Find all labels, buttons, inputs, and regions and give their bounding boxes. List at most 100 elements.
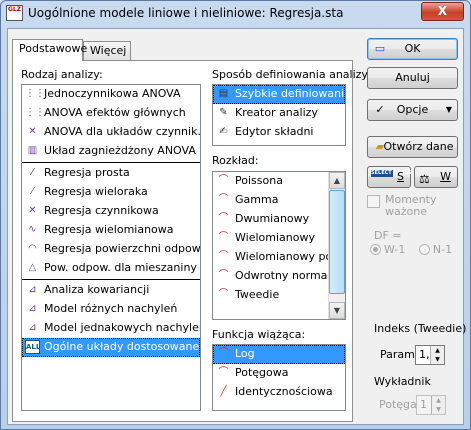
tweedie-index-label: Indeks (Tweedie) [374, 322, 467, 335]
quick-specs-icon: ▤ [218, 88, 229, 99]
open-data-button[interactable]: ▰ Otwórz dane [367, 136, 458, 158]
dialog-window: GLZ Uogólnione modele liniowe i nielinio… [0, 0, 471, 430]
df-w1-radio[interactable]: W-1 [370, 243, 405, 256]
distribution-item[interactable]: ⌒ Odwrotny normalny [213, 267, 345, 286]
ok-label: OK [404, 42, 421, 55]
analysis-item[interactable]: ⊿ Model jednakowych nachyleń [22, 319, 200, 338]
distribution-item[interactable]: ⌒ Tweedie [213, 286, 345, 305]
list-separator [22, 279, 200, 280]
specification-item[interactable]: ▤ Szybkie definiowanie [213, 85, 345, 104]
distribution-item[interactable]: ⌒ Wielomianowy [213, 229, 345, 248]
df-w1-label: W-1 [384, 243, 406, 256]
response-surface-regression-icon: ◠ [28, 243, 37, 254]
distribution-item[interactable]: ⌒ Wielomianowy porz [213, 248, 345, 267]
specification-method-list[interactable]: ▤ Szybkie definiowanie ✎ Kreator analizy ✍ Ed… [212, 84, 346, 146]
analysis-item[interactable]: ∿ Regresja wielomianowa [22, 221, 200, 240]
dialog-client-area: Podstawowe Więcej Rodzaj analizy: ⋮⋮ Jedn… [7, 28, 467, 425]
link-function-list[interactable]: ⌒ Log ⌒ Potęgowa ╱ Identycznościowa [212, 344, 346, 411]
mixture-surface-icon: △ [28, 262, 37, 273]
analysis-item[interactable]: △ Pow. odpow. dla mieszaniny [22, 259, 200, 278]
distribution-item[interactable]: ⌒ Dwumianowy [213, 210, 345, 229]
distribution-curve-icon: ⌒ [218, 232, 229, 243]
spinner-arrows[interactable]: ▲ ▼ [431, 396, 445, 414]
specification-item[interactable]: ✍ Edytor składni [213, 123, 345, 142]
options-label: Opcje [396, 103, 429, 116]
distribution-list[interactable]: ⌒ Poissona ⌒ Gamma ⌒ Dwumianowy ⌒ Wielomianowy ⌒… [212, 171, 346, 320]
analysis-item[interactable]: ⊿ Model różnych nachyleń [22, 300, 200, 319]
analysis-item[interactable]: ▥ Układ zagnieżdżony ANOVA [22, 142, 200, 161]
nested-anova-icon: ▥ [27, 145, 38, 156]
main-effects-anova-icon: ⋮⋮ [25, 107, 45, 118]
distribution-item[interactable]: ⌒ Poissona [213, 172, 345, 191]
polynomial-regression-icon: ∿ [28, 224, 37, 235]
ok-button[interactable]: ▭ OK [367, 38, 458, 60]
analysis-item[interactable]: ⋮⋮ Jednoczynnikowa ANOVA [22, 85, 200, 104]
analysis-item[interactable]: ⁄ Regresja wieloraka [22, 183, 200, 202]
specification-method-label: Sposób definiowania analizy: [212, 68, 371, 81]
tab-wiecej[interactable]: Więcej [83, 41, 131, 61]
analysis-item[interactable]: ◠ Regresja powierzchni odpow. [22, 240, 200, 259]
close-button[interactable]: X [421, 2, 464, 21]
analysis-item-label: Model jednakowych nachyleń [44, 321, 200, 334]
analysis-item[interactable]: ⊿ Analiza kowariancji [22, 281, 200, 300]
folder-icon: ▰ [375, 140, 385, 153]
link-curve-icon: ⌒ [218, 367, 229, 378]
exponent-label: Wykładnik [374, 375, 431, 388]
separate-slopes-icon: ⊿ [28, 303, 37, 314]
spinner-arrows[interactable]: ▲ ▼ [430, 346, 444, 364]
weighted-moments-checkbox[interactable] [367, 195, 380, 208]
wizard-icon: ✎ [219, 107, 228, 118]
homogeneity-slopes-icon: ⊿ [28, 322, 37, 333]
power-spinner[interactable]: 1 ▲ ▼ [416, 395, 446, 415]
distribution-item-label: Poissona [235, 174, 283, 187]
options-button[interactable]: ✓ Opcje ▼ [367, 99, 458, 121]
analysis-item[interactable]: ⋮⋮ ANOVA efektów głównych [22, 104, 200, 123]
cancel-button[interactable]: Anuluj [367, 67, 458, 89]
distribution-item[interactable]: ⌒ Gamma [213, 191, 345, 210]
tab-podstawowe[interactable]: Podstawowe [12, 39, 87, 61]
distribution-scrollbar[interactable]: ▲ ▼ [328, 172, 345, 319]
distribution-curve-icon: ⌒ [218, 213, 229, 224]
spin-down-icon[interactable]: ▼ [432, 405, 445, 414]
power-label: Potęga: [379, 398, 421, 411]
df-n1-label: N-1 [432, 243, 453, 256]
analysis-item[interactable]: ALL Ogólne układy dostosowane [22, 338, 200, 357]
analysis-item[interactable]: ✕ Regresja czynnikowa [22, 202, 200, 221]
multiple-regression-icon: ⁄ [31, 186, 34, 197]
window-title: Uogólnione modele liniowe i nieliniowe: … [28, 6, 344, 20]
spin-down-icon[interactable]: ▼ [431, 355, 444, 364]
scroll-thumb[interactable] [329, 190, 345, 294]
link-function-item[interactable]: ⌒ Potęgowa [213, 364, 345, 383]
select-cases-button[interactable]: SELECT CASES S [367, 166, 412, 188]
specification-item[interactable]: ✎ Kreator analizy [213, 104, 345, 123]
analysis-item[interactable]: ⁄ Regresja prosta [22, 164, 200, 183]
scroll-up-icon[interactable]: ▲ [329, 172, 345, 189]
simple-regression-icon: ⁄ [31, 167, 34, 178]
radio-icon [418, 244, 430, 255]
title-bar[interactable]: GLZ Uogólnione modele liniowe i nielinio… [1, 1, 470, 27]
radio-icon [370, 244, 381, 255]
specification-item-label: Szybkie definiowanie [235, 87, 345, 100]
link-function-item[interactable]: ╱ Identycznościowa [213, 383, 345, 402]
link-function-item-label: Identycznościowa [235, 385, 333, 398]
weights-button[interactable]: ⚖ W [414, 166, 458, 188]
df-radio-group: W-1 N-1 [370, 243, 452, 256]
spin-up-icon[interactable]: ▲ [431, 346, 444, 355]
weights-icon: ⚖ [419, 172, 430, 186]
list-separator [22, 162, 200, 163]
factorial-anova-icon: ✕ [28, 126, 37, 137]
link-function-item[interactable]: ⌒ Log [213, 345, 345, 364]
ancova-icon: ⊿ [28, 284, 37, 295]
analysis-type-label: Rodzaj analizy: [21, 68, 103, 81]
link-function-label: Funkcja wiążąca: [212, 328, 306, 341]
analysis-type-list[interactable]: ⋮⋮ Jednoczynnikowa ANOVA ⋮⋮ ANOVA efektów g… [21, 84, 201, 411]
scroll-down-icon[interactable]: ▼ [329, 302, 345, 319]
analysis-item-label: Regresja wielomianowa [44, 223, 174, 236]
specification-item-label: Edytor składni [235, 125, 314, 138]
df-n1-radio[interactable]: N-1 [418, 243, 453, 256]
spin-up-icon[interactable]: ▲ [432, 396, 445, 405]
distribution-curve-icon: ⌒ [218, 289, 229, 300]
factorial-regression-icon: ✕ [28, 205, 37, 216]
analysis-item[interactable]: ✕ ANOVA dla układów czynnik. [22, 123, 200, 142]
tweedie-param-spinner[interactable]: 1,5 ▲ ▼ [415, 345, 445, 365]
